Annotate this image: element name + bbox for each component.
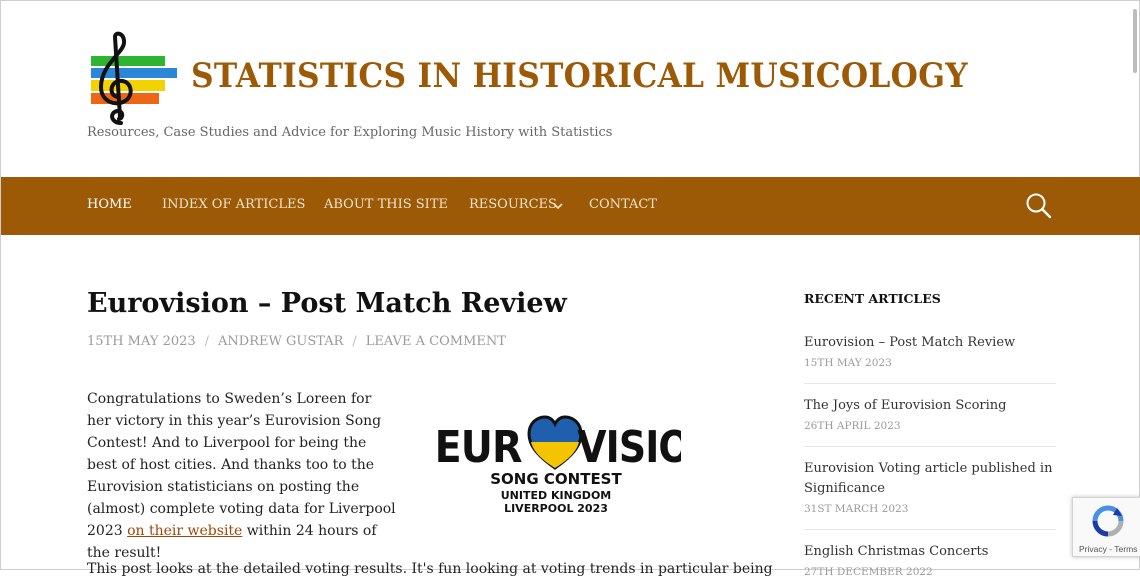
recaptcha-links: Privacy - Terms <box>1079 544 1137 554</box>
nav-item-contact[interactable]: CONTACT <box>589 197 657 212</box>
divider <box>804 383 1056 384</box>
recent-article-title[interactable]: English Christmas Concerts <box>804 542 1056 562</box>
treble-clef-icon <box>99 31 133 125</box>
nav-item-home[interactable]: HOME <box>87 197 132 212</box>
recent-article-date: 27TH DECEMBER 2022 <box>804 566 933 578</box>
recent-article-title[interactable]: Eurovision – Post Match Review <box>804 333 1056 353</box>
recent-article-date: 26TH APRIL 2023 <box>804 420 901 432</box>
meta-separator: / <box>352 334 357 349</box>
logo-song-contest: SONG CONTEST <box>490 470 622 488</box>
post-author[interactable]: ANDREW GUSTAR <box>218 334 343 349</box>
logo-liverpool: LIVERPOOL 2023 <box>504 502 608 515</box>
scrollbar-thumb[interactable] <box>1133 9 1137 73</box>
site-title[interactable]: STATISTICS IN HISTORICAL MUSICOLOGY <box>191 56 968 96</box>
site-logo[interactable] <box>87 31 179 125</box>
recent-article-date: 31ST MARCH 2023 <box>804 503 909 515</box>
recaptcha-badge[interactable]: Privacy - Terms <box>1072 497 1140 557</box>
recent-article-item: English Christmas Concerts 27TH DECEMBER… <box>804 542 1056 578</box>
search-icon[interactable] <box>1025 192 1053 220</box>
eurovision-logo-image: EUR VISION SONG CONTEST UNITED KINGDOM L… <box>435 415 681 515</box>
nav-item-index-of-articles[interactable]: INDEX OF ARTICLES <box>162 197 305 212</box>
scrollbar[interactable] <box>1131 1 1139 571</box>
recent-articles-title: RECENT ARTICLES <box>804 291 941 306</box>
post-paragraph: Congratulations to Sweden’s Loreen for h… <box>87 388 397 564</box>
site-tagline: Resources, Case Studies and Advice for E… <box>87 125 613 140</box>
website-link[interactable]: on their website <box>127 523 242 539</box>
logo-bar-green <box>91 56 165 66</box>
site-header: STATISTICS IN HISTORICAL MUSICOLOGY Reso… <box>1 1 1140 177</box>
post-paragraph-next: This post looks at the detailed voting r… <box>87 561 773 577</box>
nav-item-resources[interactable]: RESOURCES <box>469 197 557 212</box>
post-date[interactable]: 15TH MAY 2023 <box>87 334 196 349</box>
recent-article-item: Eurovision – Post Match Review 15TH MAY … <box>804 333 1056 369</box>
recent-article-title[interactable]: The Joys of Eurovision Scoring <box>804 396 1056 416</box>
logo-united-kingdom: UNITED KINGDOM <box>501 489 612 502</box>
meta-separator: / <box>204 334 210 349</box>
nav-item-about-this-site[interactable]: ABOUT THIS SITE <box>324 197 448 212</box>
recent-article-title[interactable]: Eurovision Voting article published in S… <box>804 459 1056 499</box>
post-title[interactable]: Eurovision – Post Match Review <box>87 288 567 319</box>
recent-article-item: Eurovision Voting article published in S… <box>804 459 1056 515</box>
recent-article-date: 15TH MAY 2023 <box>804 357 892 369</box>
chevron-down-icon[interactable] <box>553 202 563 210</box>
divider <box>804 446 1056 447</box>
recaptcha-icon <box>1092 505 1124 537</box>
logo-text-left: EUR <box>435 421 523 473</box>
paragraph-text: Congratulations to Sweden’s Loreen for h… <box>87 391 396 539</box>
divider <box>804 529 1056 530</box>
post-meta: 15TH MAY 2023 / ANDREW GUSTAR / LEAVE A COMM… <box>87 334 506 349</box>
recent-article-item: The Joys of Eurovision Scoring 26TH APRI… <box>804 396 1056 432</box>
logo-text-right: VISION <box>577 421 681 472</box>
recaptcha-terms-link[interactable]: Terms <box>1114 544 1137 554</box>
leave-comment-link[interactable]: LEAVE A COMMENT <box>366 334 506 349</box>
recaptcha-privacy-link[interactable]: Privacy <box>1079 544 1107 554</box>
